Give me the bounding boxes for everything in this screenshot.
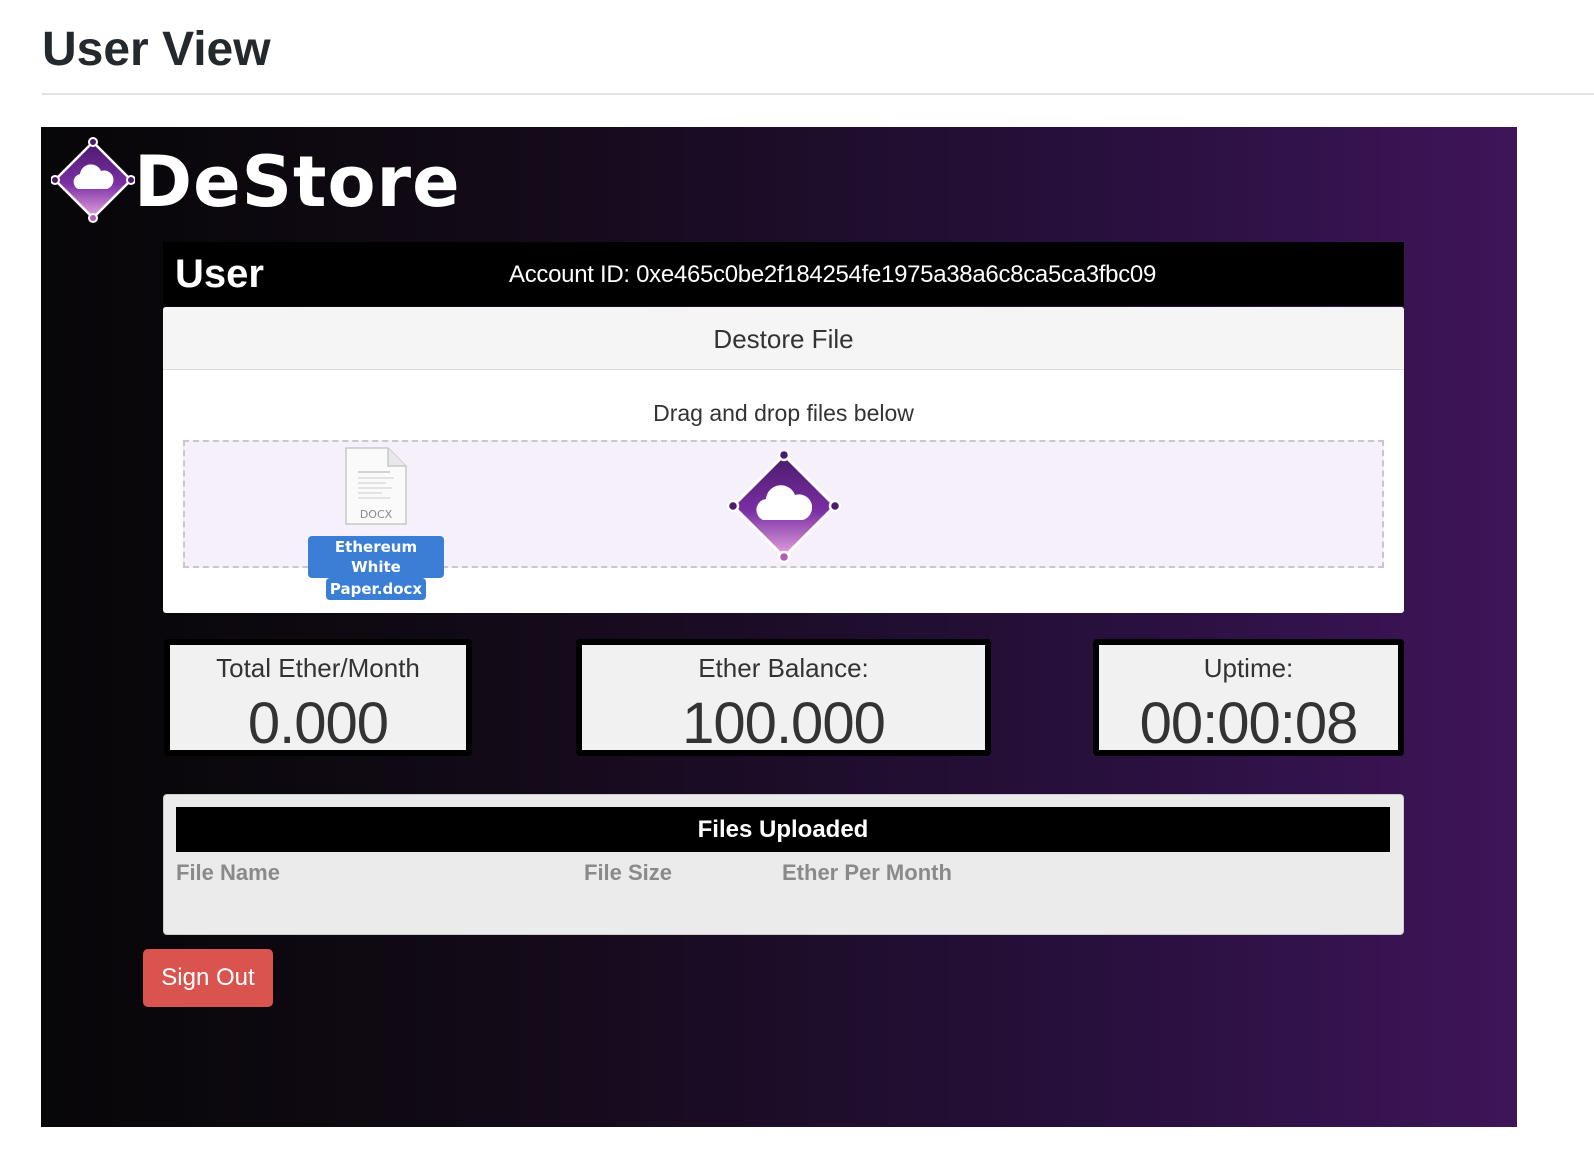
stat-value: 00:00:08 — [1139, 691, 1359, 756]
stat-value: 0.000 — [247, 691, 389, 756]
files-uploaded-title: Files Uploaded — [176, 807, 1390, 852]
uptime-box: Uptime: 00:00:08 — [1093, 639, 1404, 756]
ether-balance-box: Ether Balance: 100.000 — [576, 639, 991, 756]
drag-hint: Drag and drop files below — [653, 400, 914, 426]
file-type-label: DOCX — [360, 508, 393, 521]
dragged-file-name[interactable]: Ethereum White Paper.docx — [308, 536, 444, 600]
stat-value: 100.000 — [682, 691, 886, 756]
files-uploaded-panel: Files Uploaded File Name File Size Ether… — [163, 794, 1404, 935]
user-bar: User Account ID: 0xe465c0be2f184254fe197… — [163, 242, 1404, 306]
account-id: Account ID: 0xe465c0be2f184254fe1975a38a… — [509, 261, 1156, 288]
column-ether-per-month: Ether Per Month — [782, 860, 952, 885]
column-file-name: File Name — [176, 860, 280, 885]
stat-label: Ether Balance: — [698, 653, 869, 683]
column-file-size: File Size — [584, 860, 673, 885]
upload-panel-title: Destore File — [163, 307, 1404, 370]
app-frame: DeStore User Account ID: 0xe465c0be2f184… — [41, 127, 1517, 1127]
upload-panel: Destore File Drag and drop files below D… — [163, 307, 1404, 613]
destore-cloud-diamond-icon — [51, 137, 135, 223]
stat-label: Uptime: — [1203, 653, 1294, 683]
sign-out-button[interactable]: Sign Out — [143, 949, 273, 1007]
file-drop-zone[interactable]: DOCX Ethereum White Paper.docx — [183, 440, 1384, 600]
total-ether-month-box: Total Ether/Month 0.000 — [164, 639, 472, 756]
user-title: User — [175, 252, 264, 296]
file-name-line1: Ethereum White — [308, 536, 444, 578]
file-name-line2: Paper.docx — [325, 578, 427, 600]
destore-cloud-diamond-icon — [726, 448, 842, 564]
page-heading: User View — [42, 23, 271, 76]
docx-file-icon[interactable]: DOCX — [344, 446, 408, 526]
stat-label: Total Ether/Month — [216, 653, 420, 683]
brand-name: DeStore — [134, 141, 461, 223]
heading-divider — [42, 93, 1594, 95]
